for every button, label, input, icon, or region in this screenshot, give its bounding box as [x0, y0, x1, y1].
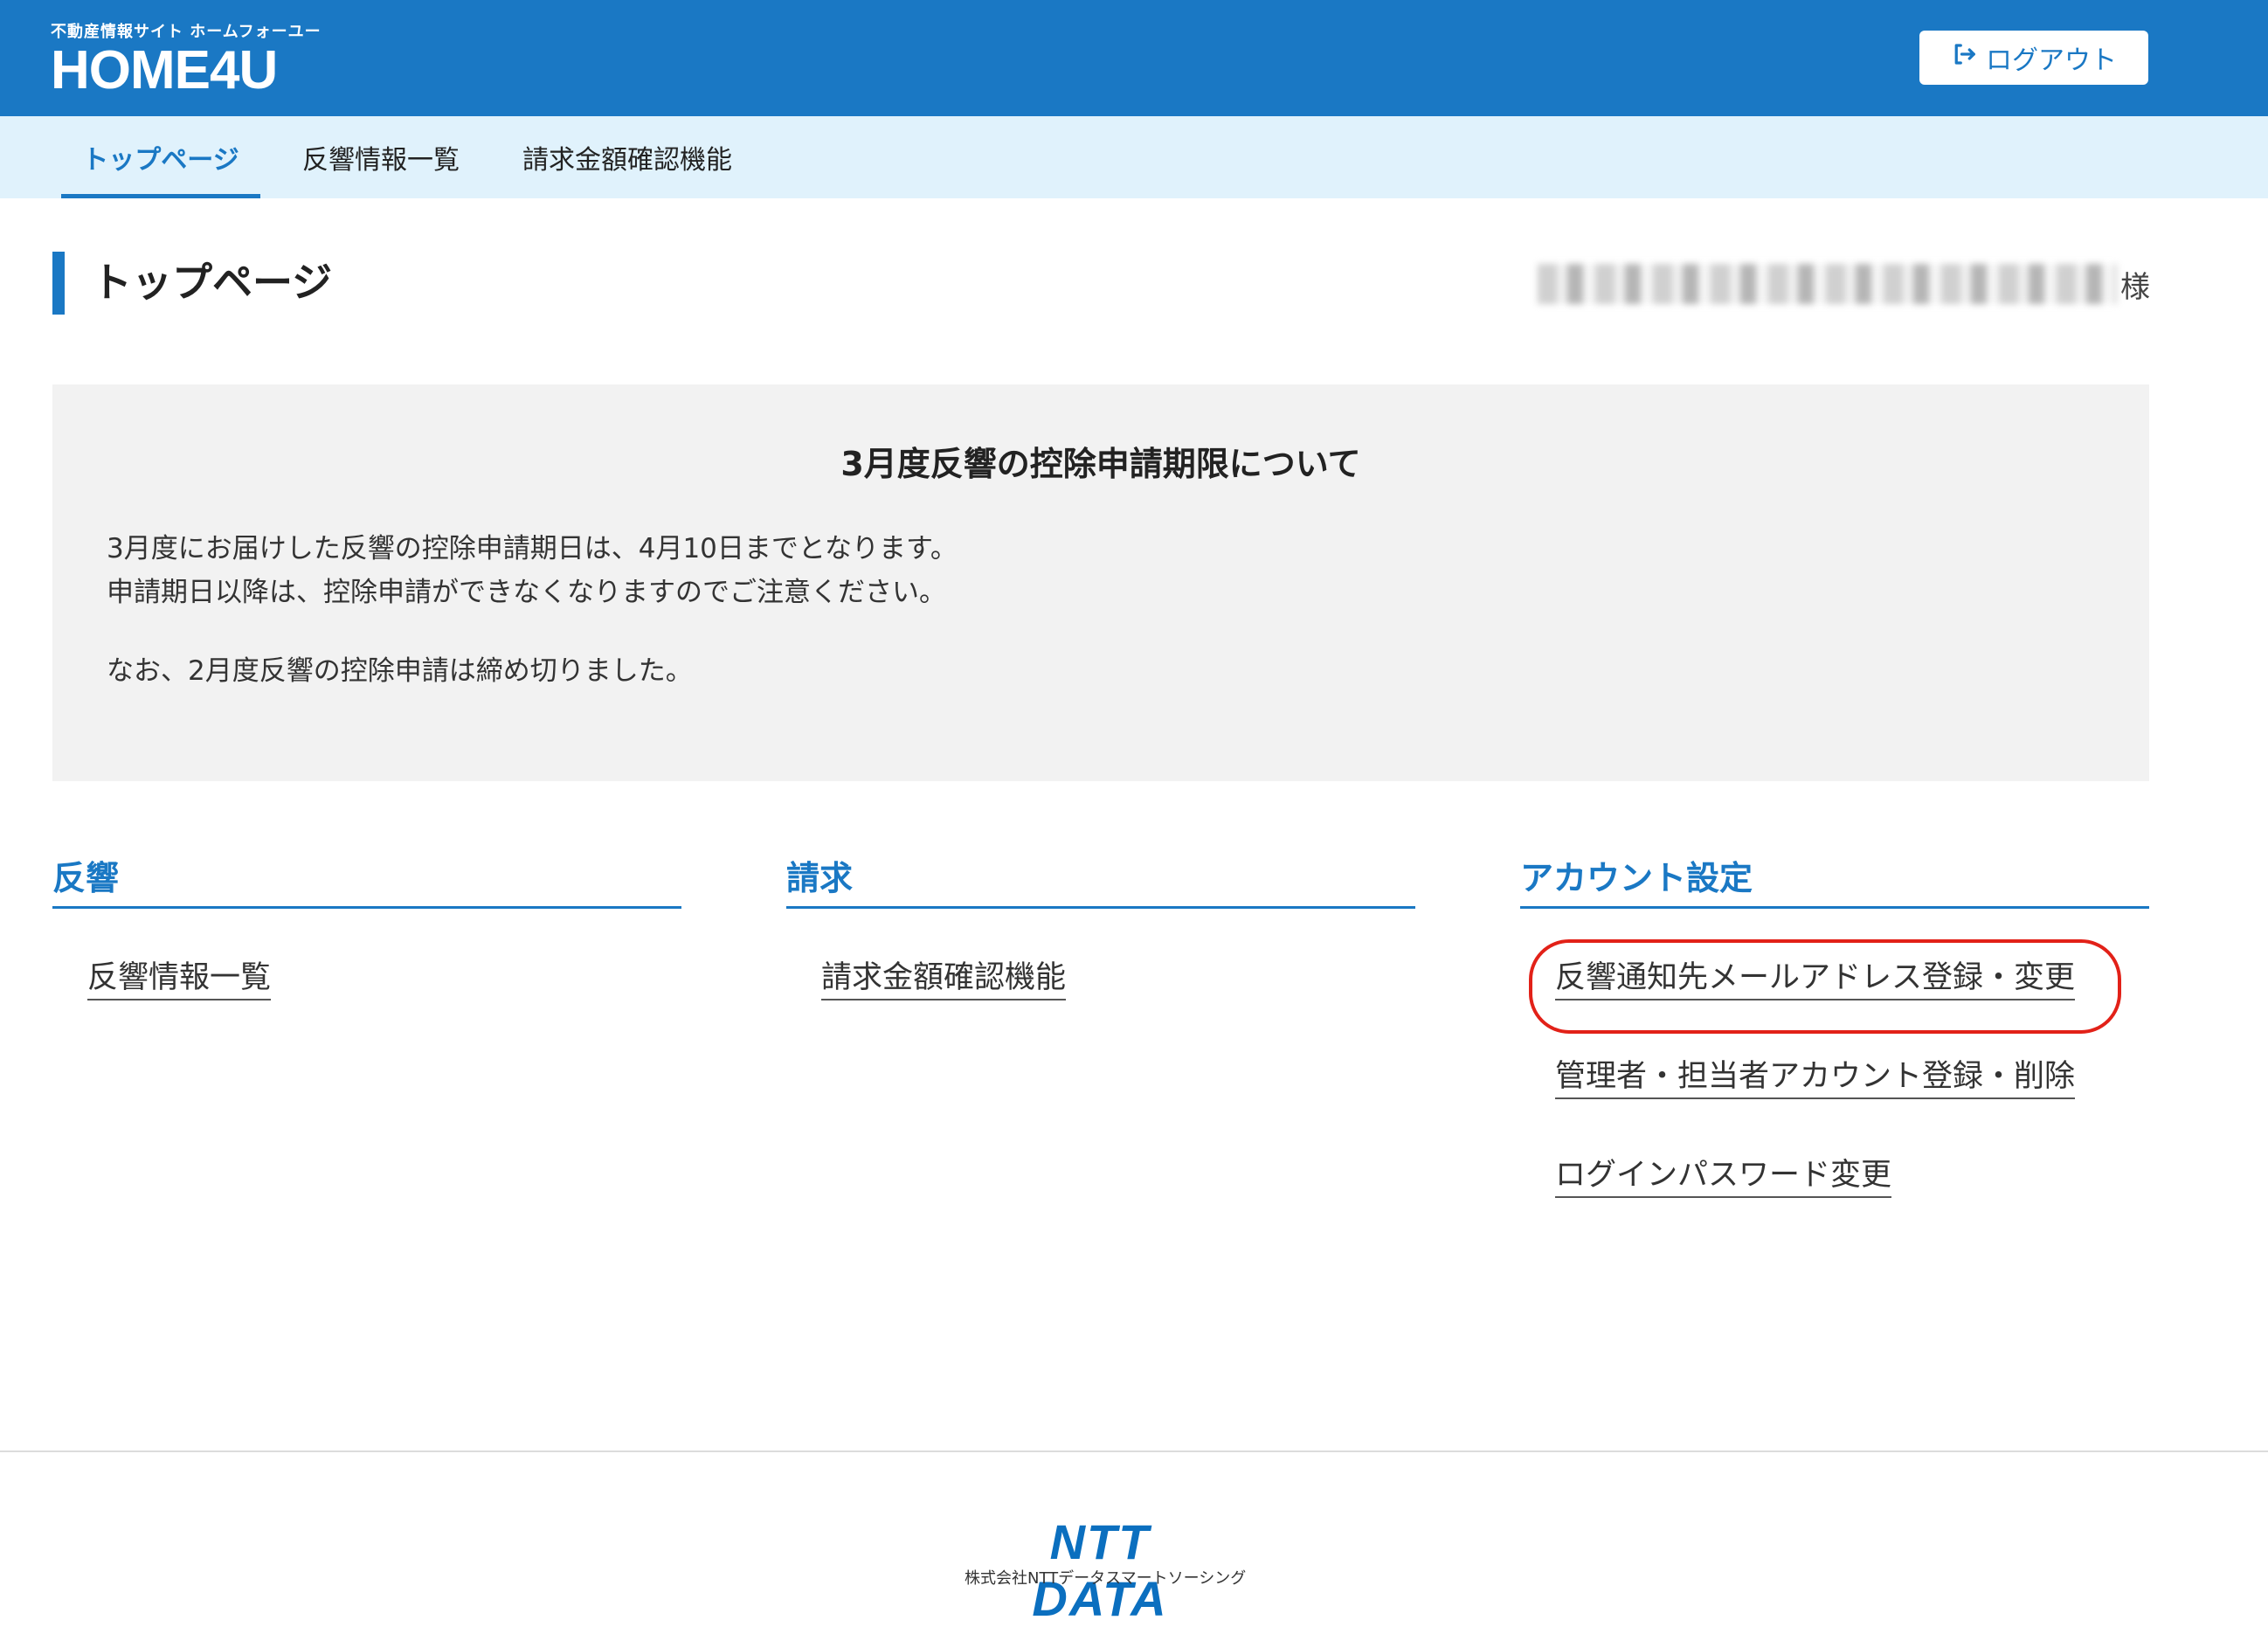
page-title: トップページ [92, 259, 333, 306]
link-account-management[interactable]: 管理者・担当者アカウント登録・削除 [1555, 1057, 2076, 1099]
notice-line: 申請期日以降は、控除申請ができなくなりますのでご注意ください。 [107, 577, 946, 608]
main-nav: トップページ 反響情報一覧 請求金額確認機能 [0, 116, 2268, 198]
user-name: 様 [1538, 262, 2150, 306]
section-heading: 請求 [786, 852, 1415, 909]
notice-box: 3月度反響の控除申請期限について 3月度にお届けした反響の控除申請期日は、4月1… [52, 384, 2149, 781]
footer-divider [0, 1450, 2268, 1452]
logout-button[interactable]: ログアウト [1919, 31, 2148, 85]
link-password-change[interactable]: ログインパスワード変更 [1555, 1156, 1892, 1198]
notice-line: 3月度にお届けした反響の控除申請期日は、4月10日までとなります。 [107, 533, 958, 564]
logout-icon [1951, 41, 1977, 74]
site-header: 不動産情報サイト ホームフォーユー HOME4U ログアウト [0, 0, 2268, 116]
section-billing: 請求 請求金額確認機能 [786, 852, 1415, 1000]
notice-line: なお、2月度反響の控除申請は締め切りました。 [107, 655, 693, 687]
redacted-user-name [1538, 264, 2117, 304]
title-accent-bar [52, 252, 65, 315]
section-heading: 反響 [52, 852, 681, 909]
tab-top-page[interactable]: トップページ [61, 116, 260, 198]
section-response: 反響 反響情報一覧 [52, 852, 681, 1000]
tab-billing-check[interactable]: 請求金額確認機能 [507, 116, 748, 198]
footer-company-name: 株式会社NTTデータスマートソーシング [965, 1569, 1247, 1588]
section-account-settings: アカウント設定 反響通知先メールアドレス登録・変更 管理者・担当者アカウント登録… [1520, 852, 2149, 1198]
logout-label: ログアウト [1986, 45, 2117, 76]
section-heading: アカウント設定 [1520, 852, 2149, 909]
highlight-annotation [1529, 939, 2121, 1034]
honorific-suffix: 様 [2120, 269, 2150, 305]
logo-tagline: 不動産情報サイト ホームフォーユー [51, 23, 322, 41]
link-response-list[interactable]: 反響情報一覧 [87, 959, 272, 1000]
home4u-logo[interactable]: 不動産情報サイト ホームフォーユー HOME4U [51, 23, 322, 98]
tab-response-list[interactable]: 反響情報一覧 [287, 116, 475, 198]
link-billing-check[interactable]: 請求金額確認機能 [821, 959, 1067, 1000]
logo-text: HOME4U [51, 40, 278, 100]
notice-title: 3月度反響の控除申請期限について [840, 445, 1361, 483]
